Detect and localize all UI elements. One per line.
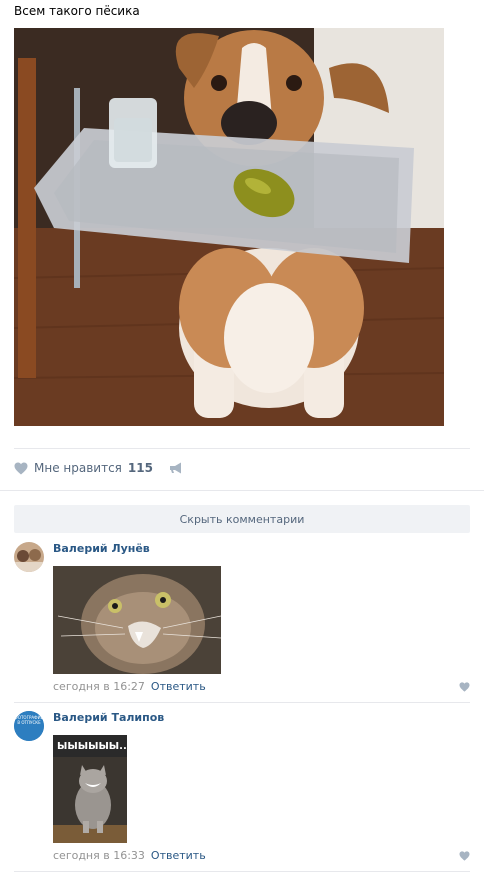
comment-time[interactable]: сегодня в 16:33 <box>53 849 145 862</box>
divider <box>14 448 470 449</box>
like-count: 115 <box>127 461 153 475</box>
share-icon[interactable] <box>169 462 183 474</box>
heart-icon[interactable] <box>459 851 470 861</box>
post-text: Всем такого пёсика <box>14 4 140 18</box>
comment-author[interactable]: Валерий Лунёв <box>53 542 150 555</box>
comment-image[interactable]: ЫЫЫЫЫЫ.. <box>53 735 127 843</box>
avatar[interactable]: ФОТОГРАФИИ В ОТПУСКЕ <box>14 711 44 741</box>
avatar[interactable] <box>14 542 44 572</box>
post-photo[interactable] <box>14 28 444 426</box>
reply-button[interactable]: Ответить <box>151 680 206 693</box>
dog-photo-illustration <box>14 28 444 426</box>
post-actions: Мне нравится 115 <box>14 460 183 476</box>
comment-item: Валерий Лунёв сегодня в 16:27 Ответить <box>14 542 470 702</box>
reply-button[interactable]: Ответить <box>151 849 206 862</box>
heart-icon[interactable] <box>14 462 28 475</box>
avatar-text: ФОТОГРАФИИ В ОТПУСКЕ <box>14 715 44 725</box>
like-label[interactable]: Мне нравится <box>34 461 122 475</box>
hide-comments-button[interactable]: Скрыть комментарии <box>14 505 470 533</box>
comment-meta: сегодня в 16:33 Ответить <box>53 849 206 862</box>
comment-author[interactable]: Валерий Талипов <box>53 711 164 724</box>
angry-cat-image <box>53 566 221 674</box>
divider <box>14 702 470 703</box>
comment-meta: сегодня в 16:27 Ответить <box>53 680 206 693</box>
comment-time[interactable]: сегодня в 16:27 <box>53 680 145 693</box>
comment-item: ФОТОГРАФИИ В ОТПУСКЕ Валерий Талипов ЫЫЫ… <box>14 711 470 871</box>
image-caption: ЫЫЫЫЫЫ.. <box>57 741 127 752</box>
divider <box>0 490 484 491</box>
user-avatar-image <box>14 542 44 572</box>
divider <box>14 871 470 872</box>
comment-image[interactable] <box>53 566 221 674</box>
heart-icon[interactable] <box>459 682 470 692</box>
